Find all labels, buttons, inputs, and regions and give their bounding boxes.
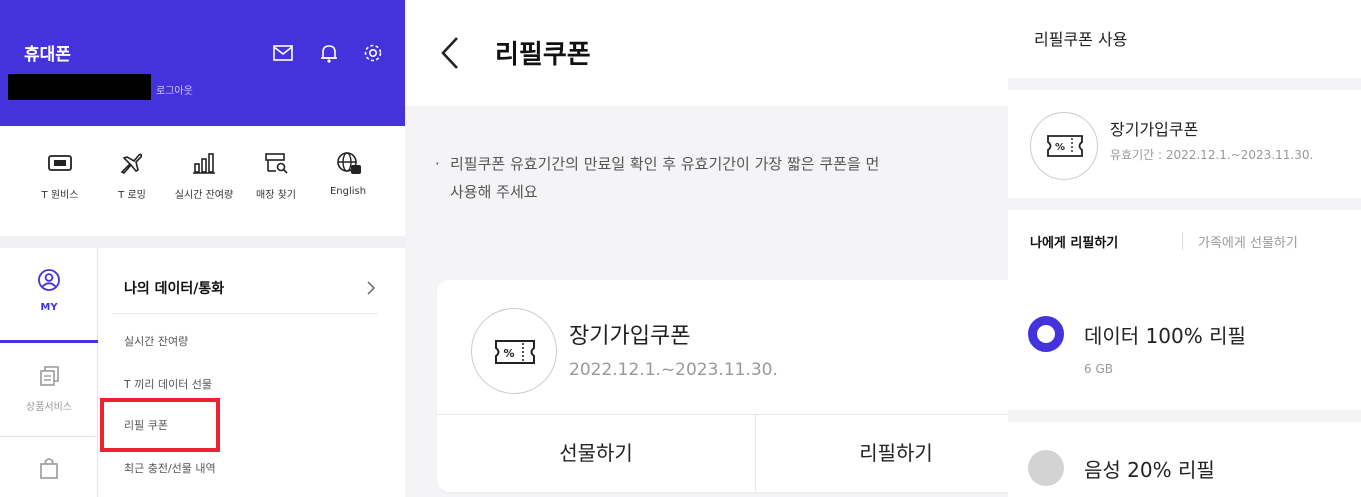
quick-store[interactable]: 매장 찾기 xyxy=(246,150,306,201)
menu-header: 휴대폰 로그아웃 xyxy=(0,0,405,126)
logout-link[interactable]: 로그아웃 xyxy=(156,82,193,97)
notice-line: 리필쿠폰 유효기간의 만료일 확인 후 유효기간이 가장 짧은 쿠폰을 먼 xyxy=(450,155,880,173)
section-divider xyxy=(0,236,405,248)
gift-button[interactable]: 선물하기 xyxy=(437,414,755,492)
quick-t-service[interactable]: T 원비스 xyxy=(30,150,90,201)
menu-divider xyxy=(112,313,378,314)
side-item-products[interactable]: 상품서비스 xyxy=(0,364,98,413)
store-search-icon xyxy=(265,153,288,174)
menu-title: 휴대폰 xyxy=(24,45,71,65)
coupon-card: % 장기가입쿠폰 2022.12.1.~2023.11.30. 선물하기 리필하… xyxy=(437,280,1008,492)
coupon-period: 유효기간 : 2022.12.1.~2023.11.30. xyxy=(1110,148,1314,162)
person-icon xyxy=(38,269,60,291)
coupon-name: 장기가입쿠폰 xyxy=(1110,120,1199,139)
side-item-label: 상품서비스 xyxy=(26,402,72,413)
panel-header: 리필쿠폰 사용 xyxy=(1008,0,1361,78)
side-nav: MY 상품서비스 xyxy=(0,248,98,497)
quick-label: T 로밍 xyxy=(118,190,146,201)
notice-line: 사용해 주세요 xyxy=(450,183,538,201)
notice-text: · 리필쿠폰 유효기간의 만료일 확인 후 유효기간이 가장 짧은 쿠폰을 먼 … xyxy=(435,150,1008,206)
bar-chart-icon xyxy=(193,153,215,174)
gear-icon[interactable] xyxy=(362,42,384,64)
coupon-period: 2022.12.1.~2023.11.30. xyxy=(569,360,778,380)
bell-icon[interactable] xyxy=(318,42,340,64)
coupon-icon: % xyxy=(1030,112,1098,180)
tab-gift-family[interactable]: 가족에게 선물하기 xyxy=(1198,232,1298,251)
option-label: 음성 20% 리필 xyxy=(1084,458,1215,482)
bag-icon xyxy=(40,458,58,479)
tab-refill-me[interactable]: 나에게 리필하기 xyxy=(1030,232,1118,251)
redacted-account xyxy=(8,74,151,100)
page-title: 리필쿠폰 xyxy=(495,40,591,70)
refill-button[interactable]: 리필하기 xyxy=(755,414,1008,492)
plane-icon xyxy=(120,153,143,174)
envelope-icon[interactable] xyxy=(272,42,294,64)
side-item-label: MY xyxy=(40,302,58,313)
quick-label: 실시간 잔여량 xyxy=(174,190,234,201)
menu-item-remaining[interactable]: 실시간 잔여량 xyxy=(124,333,188,349)
radio-unselected[interactable] xyxy=(1028,450,1064,486)
back-arrow-icon[interactable] xyxy=(439,36,461,74)
panel-title: 리필쿠폰 사용 xyxy=(1034,30,1128,49)
svg-text:%: % xyxy=(503,347,514,360)
svg-text:%: % xyxy=(1055,142,1065,153)
page-header: 리필쿠폰 xyxy=(405,0,1008,106)
refill-coupon-panel: 리필쿠폰 · 리필쿠폰 유효기간의 만료일 확인 후 유효기간이 가장 짧은 쿠… xyxy=(405,0,1008,497)
quick-remaining[interactable]: 실시간 잔여량 xyxy=(174,150,234,201)
quick-english[interactable]: English xyxy=(318,150,378,197)
bullet-dot: · xyxy=(435,155,440,173)
side-item-my[interactable]: MY xyxy=(0,268,98,313)
menu-section-title[interactable]: 나의 데이터/통화 xyxy=(124,278,224,298)
menu-panel: 휴대폰 로그아웃 T 원비스 T 로밍 실시간 잔여량 매장 찾기 Englis… xyxy=(0,0,405,497)
coupon-name: 장기가입쿠폰 xyxy=(569,324,691,349)
menu-item-data-gift[interactable]: T 끼리 데이터 선물 xyxy=(124,376,212,392)
side-divider xyxy=(0,436,98,437)
option-sub: 6 GB xyxy=(1084,362,1113,376)
radio-selected[interactable] xyxy=(1028,316,1064,352)
quick-label: T 원비스 xyxy=(41,190,79,201)
globe-en-icon xyxy=(337,152,361,174)
side-item-shop[interactable] xyxy=(0,456,98,490)
copy-icon xyxy=(40,366,59,386)
tab-divider xyxy=(1182,232,1183,250)
t-service-icon xyxy=(48,155,72,171)
menu-item-recent-history[interactable]: 최근 충전/선물 내역 xyxy=(124,460,216,476)
refill-use-panel: 리필쿠폰 사용 % 장기가입쿠폰 유효기간 : 2022.12.1.~2023.… xyxy=(1008,0,1361,497)
coupon-icon: % xyxy=(471,308,557,394)
quick-t-roaming[interactable]: T 로밍 xyxy=(102,150,162,201)
option-label: 데이터 100% 리필 xyxy=(1084,324,1246,348)
quick-label: 매장 찾기 xyxy=(256,190,296,201)
quick-label: English xyxy=(329,186,367,197)
highlight-box xyxy=(100,398,220,452)
active-indicator xyxy=(0,340,98,343)
chevron-right-icon[interactable] xyxy=(366,280,376,299)
